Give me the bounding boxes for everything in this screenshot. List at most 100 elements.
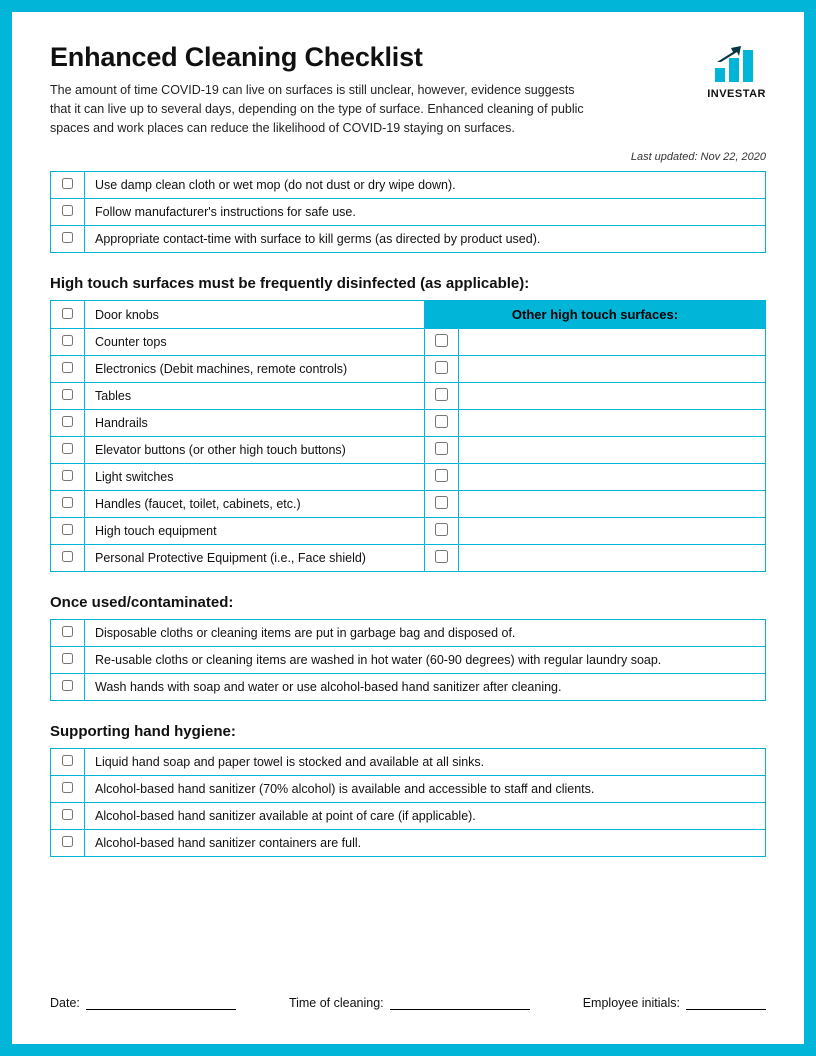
checkbox[interactable]: [435, 550, 448, 563]
blank-cell: [459, 437, 766, 464]
blank-cell: [459, 356, 766, 383]
checkbox[interactable]: [62, 205, 73, 216]
table-row: Re-usable cloths or cleaning items are w…: [51, 647, 766, 674]
checkbox[interactable]: [62, 524, 73, 535]
table-row: Follow manufacturer's instructions for s…: [51, 199, 766, 226]
last-updated: Last updated: Nov 22, 2020: [50, 151, 766, 163]
brand-logo-icon: [711, 44, 763, 84]
checkbox[interactable]: [62, 362, 73, 373]
table-row: Handles (faucet, toilet, cabinets, etc.): [51, 491, 766, 518]
checklist-item-text: Light switches: [85, 464, 425, 491]
other-surfaces-header: Other high touch surfaces:: [425, 301, 766, 329]
checkbox[interactable]: [62, 653, 73, 664]
table-row: Use damp clean cloth or wet mop (do not …: [51, 172, 766, 199]
table-row: Alcohol-based hand sanitizer (70% alcoho…: [51, 776, 766, 803]
checkbox[interactable]: [62, 782, 73, 793]
checklist-item-text: Appropriate contact-time with surface to…: [85, 226, 766, 253]
checkbox[interactable]: [62, 626, 73, 637]
checkbox[interactable]: [62, 416, 73, 427]
checklist-item-text: High touch equipment: [85, 518, 425, 545]
intro-text: The amount of time COVID-19 can live on …: [50, 81, 590, 137]
checkbox[interactable]: [435, 415, 448, 428]
section-title-high-touch: High touch surfaces must be frequently d…: [50, 275, 766, 292]
checkbox[interactable]: [62, 836, 73, 847]
blank-cell: [459, 410, 766, 437]
checkbox[interactable]: [62, 232, 73, 243]
footer: Date: Time of cleaning: Employee initial…: [50, 996, 766, 1010]
checkbox[interactable]: [435, 523, 448, 536]
checklist-item-text: Follow manufacturer's instructions for s…: [85, 199, 766, 226]
section-title-hand-hygiene: Supporting hand hygiene:: [50, 723, 766, 740]
blank-cell: [459, 383, 766, 410]
checkbox[interactable]: [62, 178, 73, 189]
blank-cell: [459, 329, 766, 356]
table-row: Electronics (Debit machines, remote cont…: [51, 356, 766, 383]
table-row: Personal Protective Equipment (i.e., Fac…: [51, 545, 766, 572]
time-input-line[interactable]: [390, 998, 530, 1010]
checklist-item-text: Electronics (Debit machines, remote cont…: [85, 356, 425, 383]
date-label: Date:: [50, 996, 80, 1010]
blank-cell: [459, 491, 766, 518]
table-row: Alcohol-based hand sanitizer available a…: [51, 803, 766, 830]
checkbox[interactable]: [62, 809, 73, 820]
date-input-line[interactable]: [86, 998, 236, 1010]
brand-block: INVESTAR: [707, 44, 766, 100]
checkbox[interactable]: [62, 389, 73, 400]
checklist-item-text: Handrails: [85, 410, 425, 437]
checkbox[interactable]: [62, 335, 73, 346]
page-title: Enhanced Cleaning Checklist: [50, 42, 766, 73]
checkbox[interactable]: [62, 680, 73, 691]
blank-cell: [459, 545, 766, 572]
checkbox[interactable]: [435, 469, 448, 482]
checklist-item-text: Disposable cloths or cleaning items are …: [85, 620, 766, 647]
initials-field: Employee initials:: [583, 996, 766, 1010]
high-touch-table: Door knobs Other high touch surfaces: Co…: [50, 300, 766, 572]
table-row: Wash hands with soap and water or use al…: [51, 674, 766, 701]
checkbox[interactable]: [435, 388, 448, 401]
checkbox[interactable]: [435, 496, 448, 509]
initials-input-line[interactable]: [686, 998, 766, 1010]
table-row: Alcohol-based hand sanitizer containers …: [51, 830, 766, 857]
table-row: Disposable cloths or cleaning items are …: [51, 620, 766, 647]
checkbox[interactable]: [62, 470, 73, 481]
checklist-item-text: Tables: [85, 383, 425, 410]
page: Enhanced Cleaning Checklist The amount o…: [0, 0, 816, 1056]
table-row: High touch equipment: [51, 518, 766, 545]
section-title-once-used: Once used/contaminated:: [50, 594, 766, 611]
checkbox[interactable]: [62, 443, 73, 454]
checkbox[interactable]: [435, 442, 448, 455]
checklist-item-text: Use damp clean cloth or wet mop (do not …: [85, 172, 766, 199]
initials-label: Employee initials:: [583, 996, 680, 1010]
general-checklist-table: Use damp clean cloth or wet mop (do not …: [50, 171, 766, 253]
table-row: Elevator buttons (or other high touch bu…: [51, 437, 766, 464]
checklist-item-text: Liquid hand soap and paper towel is stoc…: [85, 749, 766, 776]
checklist-item-text: Alcohol-based hand sanitizer available a…: [85, 803, 766, 830]
table-row: Light switches: [51, 464, 766, 491]
table-row: Tables: [51, 383, 766, 410]
table-row: Counter tops: [51, 329, 766, 356]
checklist-item-text: Counter tops: [85, 329, 425, 356]
table-row: Door knobs Other high touch surfaces:: [51, 301, 766, 329]
checkbox[interactable]: [62, 551, 73, 562]
checkbox[interactable]: [435, 334, 448, 347]
hand-hygiene-table: Liquid hand soap and paper towel is stoc…: [50, 748, 766, 857]
checklist-item-text: Personal Protective Equipment (i.e., Fac…: [85, 545, 425, 572]
blank-cell: [459, 464, 766, 491]
once-used-table: Disposable cloths or cleaning items are …: [50, 619, 766, 701]
table-row: Liquid hand soap and paper towel is stoc…: [51, 749, 766, 776]
checkbox[interactable]: [62, 308, 73, 319]
checkbox[interactable]: [62, 497, 73, 508]
checklist-item-text: Re-usable cloths or cleaning items are w…: [85, 647, 766, 674]
checklist-item-text: Wash hands with soap and water or use al…: [85, 674, 766, 701]
blank-cell: [459, 518, 766, 545]
table-row: Appropriate contact-time with surface to…: [51, 226, 766, 253]
checklist-item-text: Alcohol-based hand sanitizer containers …: [85, 830, 766, 857]
checkbox[interactable]: [435, 361, 448, 374]
checklist-item-text: Handles (faucet, toilet, cabinets, etc.): [85, 491, 425, 518]
checkbox[interactable]: [62, 755, 73, 766]
checklist-item-text: Elevator buttons (or other high touch bu…: [85, 437, 425, 464]
date-field: Date:: [50, 996, 236, 1010]
time-label: Time of cleaning:: [289, 996, 384, 1010]
checklist-item-text: Door knobs: [85, 301, 425, 329]
brand-name: INVESTAR: [707, 88, 766, 100]
